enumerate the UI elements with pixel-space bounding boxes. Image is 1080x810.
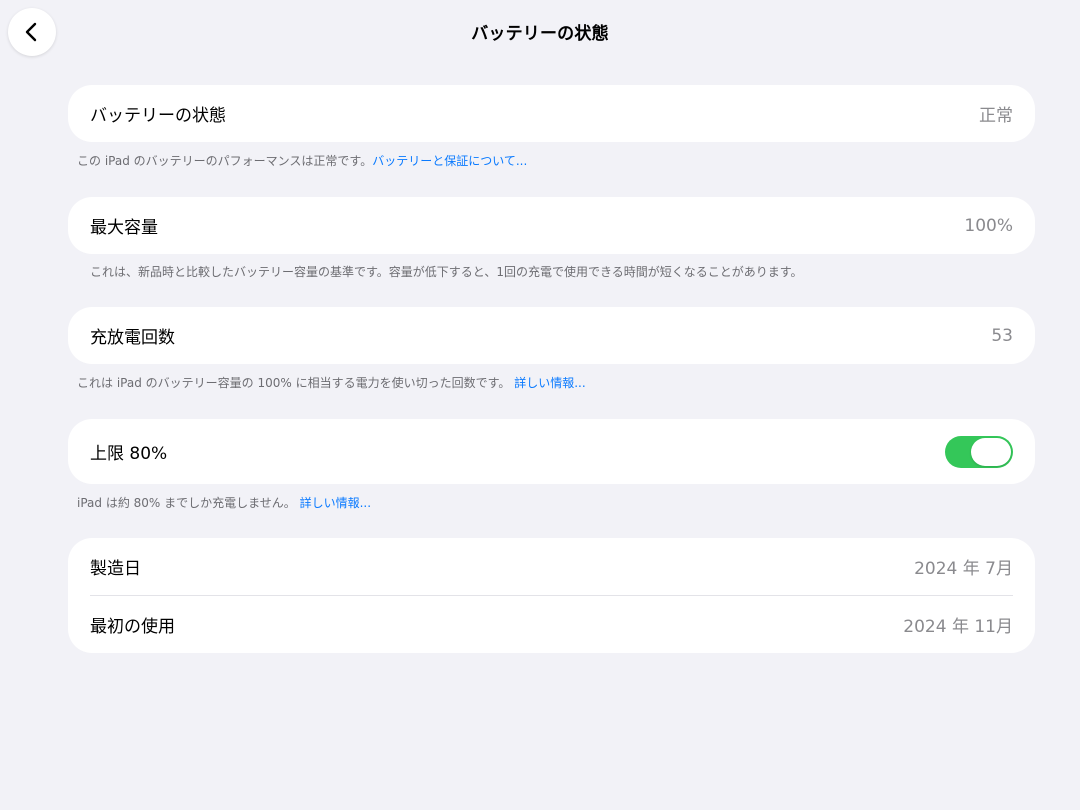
charge-limit-toggle[interactable] xyxy=(945,435,1013,468)
cycle-count-footnote: これは iPad のバッテリー容量の 100% に相当する電力を使い切った回数で… xyxy=(77,374,586,391)
manufacture-date-row: 製造日 2024 年 7月 xyxy=(68,538,1035,595)
battery-warranty-link[interactable]: バッテリーと保証について... xyxy=(372,154,527,168)
battery-health-footnote: この iPad のバッテリーのパフォーマンスは正常です。バッテリーと保証について… xyxy=(77,152,527,169)
cycle-count-more-info-link[interactable]: 詳しい情報... xyxy=(514,376,585,390)
cycle-count-value: 53 xyxy=(991,325,1013,346)
dates-card: 製造日 2024 年 7月 最初の使用 2024 年 11月 xyxy=(68,538,1035,653)
first-use-label: 最初の使用 xyxy=(90,617,175,637)
max-capacity-value: 100% xyxy=(964,215,1013,236)
charge-limit-footnote-text: iPad は約 80% までしか充電しません。 xyxy=(77,496,296,510)
battery-health-value: 正常 xyxy=(979,106,1013,126)
charge-limit-label: 上限 80% xyxy=(90,444,168,464)
max-capacity-footnote: これは、新品時と比較したバッテリー容量の基準です。容量が低下すると、1回の充電で… xyxy=(90,263,803,280)
battery-health-row: バッテリーの状態 正常 xyxy=(68,85,1035,142)
page-title: バッテリーの状態 xyxy=(471,24,609,44)
charge-limit-more-info-link[interactable]: 詳しい情報... xyxy=(300,496,371,510)
toggle-knob xyxy=(971,437,1011,466)
manufacture-date-label: 製造日 xyxy=(90,559,141,579)
max-capacity-card: 最大容量 100% xyxy=(68,197,1035,254)
battery-health-label: バッテリーの状態 xyxy=(90,106,226,126)
first-use-row: 最初の使用 2024 年 11月 xyxy=(68,596,1035,653)
max-capacity-label: 最大容量 xyxy=(90,218,158,238)
battery-health-footnote-text: この iPad のバッテリーのパフォーマンスは正常です。 xyxy=(77,154,373,168)
cycle-count-card: 充放電回数 53 xyxy=(68,307,1035,364)
charge-limit-card: 上限 80% xyxy=(68,419,1035,484)
charge-limit-footnote: iPad は約 80% までしか充電しません。 詳しい情報... xyxy=(77,494,371,511)
max-capacity-row: 最大容量 100% xyxy=(68,197,1035,254)
cycle-count-footnote-text: これは iPad のバッテリー容量の 100% に相当する電力を使い切った回数で… xyxy=(77,376,511,390)
cycle-count-label: 充放電回数 xyxy=(90,328,175,348)
max-capacity-footnote-text: これは、新品時と比較したバッテリー容量の基準です。容量が低下すると、1回の充電で… xyxy=(90,265,803,279)
first-use-value: 2024 年 11月 xyxy=(903,617,1013,637)
cycle-count-row: 充放電回数 53 xyxy=(68,307,1035,364)
charge-limit-row: 上限 80% xyxy=(68,419,1035,484)
manufacture-date-value: 2024 年 7月 xyxy=(914,559,1013,579)
battery-health-card: バッテリーの状態 正常 xyxy=(68,85,1035,142)
